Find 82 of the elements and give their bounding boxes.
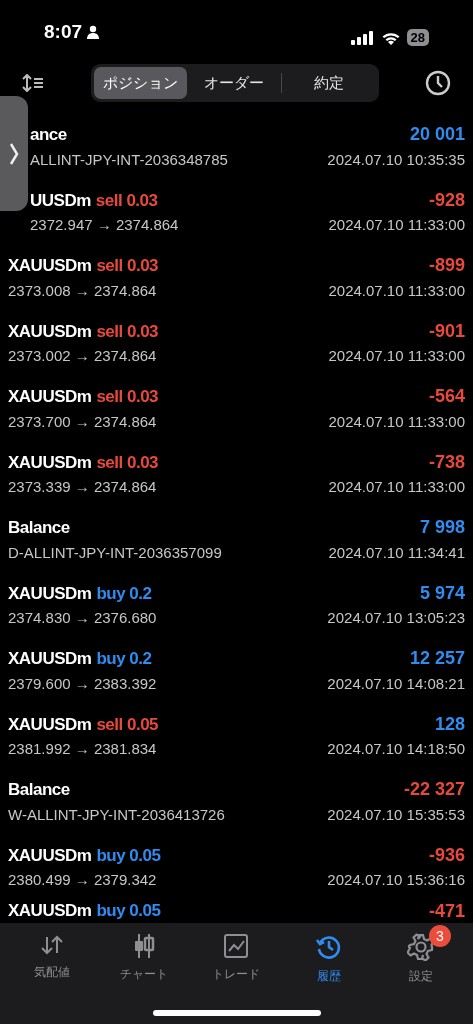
timestamp: 2024.07.10 11:33:00: [328, 411, 465, 432]
side-panel-tab[interactable]: [0, 96, 28, 211]
profit-value: -471: [428, 899, 465, 923]
symbol-label: UUSDm: [30, 189, 91, 212]
order-side-label: buy 0.05: [96, 900, 161, 923]
timestamp: 2024.07.10 15:35:53: [327, 804, 465, 825]
order-side-label: sell 0.03: [96, 451, 159, 474]
tab-bar-item[interactable]: 履歴: [288, 925, 369, 985]
order-side-label: sell 0.05: [96, 713, 159, 736]
symbol-label: XAUUSDm: [8, 900, 92, 923]
candlestick-icon: [132, 933, 157, 959]
price-range: 2372.947 → 2374.864: [30, 215, 179, 235]
symbol-label: XAUUSDm: [8, 713, 92, 736]
profit-value: -22 327: [403, 778, 465, 802]
order-side-label: sell 0.03: [96, 386, 159, 408]
notification-badge: 3: [428, 925, 451, 947]
battery-indicator: 28: [406, 29, 429, 46]
profit-value: 20 001: [409, 123, 465, 147]
status-time: 8:07: [44, 19, 83, 44]
timestamp: 2024.07.10 11:33:00: [328, 346, 465, 366]
profit-value: 7 998: [419, 516, 465, 540]
symbol-label: XAUUSDm: [8, 320, 92, 343]
transaction-id: D-ALLINT-JPY-INT-2036357099: [8, 542, 222, 563]
profit-value: 5 974: [419, 581, 465, 605]
symbol-label: XAUUSDm: [8, 386, 92, 408]
price-range: 2374.830 → 2376.680: [8, 608, 157, 628]
balance-label: Balance: [8, 779, 70, 801]
order-side-label: buy 0.05: [96, 844, 161, 867]
tab-bar-item[interactable]: 設定 3: [380, 925, 461, 985]
order-side-label: sell 0.03: [96, 255, 159, 277]
order-side-label: sell 0.03: [96, 320, 159, 343]
price-range: 2373.002 → 2374.864: [8, 346, 157, 366]
order-side-label: sell 0.03: [95, 189, 158, 212]
price-range: 2373.700 → 2374.864: [8, 411, 157, 432]
tab-bar-item[interactable]: トレード: [196, 925, 277, 985]
history-icon: [314, 933, 343, 961]
symbol-label: XAUUSDm: [8, 255, 92, 277]
settings-icon: [406, 933, 435, 961]
timestamp: 2024.07.10 11:33:00: [328, 215, 465, 235]
person-icon: [86, 24, 101, 39]
transaction-id: W-ALLINT-JPY-INT-2036413726: [8, 804, 225, 825]
timestamp: 2024.07.10 11:33:00: [328, 477, 465, 497]
balance-label: ance: [30, 124, 67, 146]
timestamp: 2024.07.10 15:36:16: [327, 870, 465, 890]
timestamp: 2024.07.10 14:18:50: [327, 739, 465, 759]
tab-bar-item[interactable]: チャート: [104, 925, 185, 985]
symbol-label: XAUUSDm: [8, 582, 92, 605]
price-range: 2373.008 → 2374.864: [8, 280, 157, 301]
profit-value: 12 257: [409, 647, 465, 671]
sort-icon[interactable]: [22, 74, 44, 92]
timestamp: 2024.07.10 10:35:35: [327, 149, 465, 170]
timestamp: 2024.07.10 11:33:00: [328, 280, 465, 301]
profit-value: 128: [434, 712, 465, 736]
price-range: 2379.600 → 2383.392: [8, 673, 157, 694]
profit-value: -901: [428, 319, 465, 343]
profit-value: -928: [428, 188, 465, 212]
chevron-right-icon: [9, 141, 19, 166]
timestamp: 2024.07.10 14:08:21: [327, 673, 465, 694]
price-range: 2381.992 → 2381.834: [8, 739, 157, 759]
segment-tab[interactable]: ポジション: [93, 67, 188, 99]
segment-tab[interactable]: オーダー: [187, 67, 281, 99]
order-side-label: buy 0.2: [96, 648, 152, 670]
wifi-icon: [380, 30, 401, 45]
price-range: 2373.339 → 2374.864: [8, 477, 157, 497]
tab-bar-item[interactable]: 気配値: [12, 925, 93, 985]
line-chart-icon: [223, 933, 250, 959]
clock-icon[interactable]: [425, 70, 451, 96]
order-side-label: buy 0.2: [96, 582, 152, 605]
symbol-label: XAUUSDm: [8, 648, 92, 670]
segment-tab[interactable]: 約定: [281, 67, 376, 99]
price-range: 2380.499 → 2379.342: [8, 870, 157, 890]
timestamp: 2024.07.10 11:34:41: [328, 542, 465, 563]
profit-value: -564: [428, 385, 465, 409]
symbol-label: XAUUSDm: [8, 844, 92, 867]
balance-label: Balance: [8, 517, 70, 539]
symbol-label: XAUUSDm: [8, 451, 92, 474]
timestamp: 2024.07.10 13:05:23: [327, 608, 465, 628]
profit-value: -738: [428, 450, 465, 474]
profit-value: -899: [428, 254, 465, 278]
transaction-id: ALLINT-JPY-INT-2036348785: [30, 149, 228, 170]
signal-icon: [350, 30, 375, 45]
profit-value: -936: [428, 843, 465, 867]
